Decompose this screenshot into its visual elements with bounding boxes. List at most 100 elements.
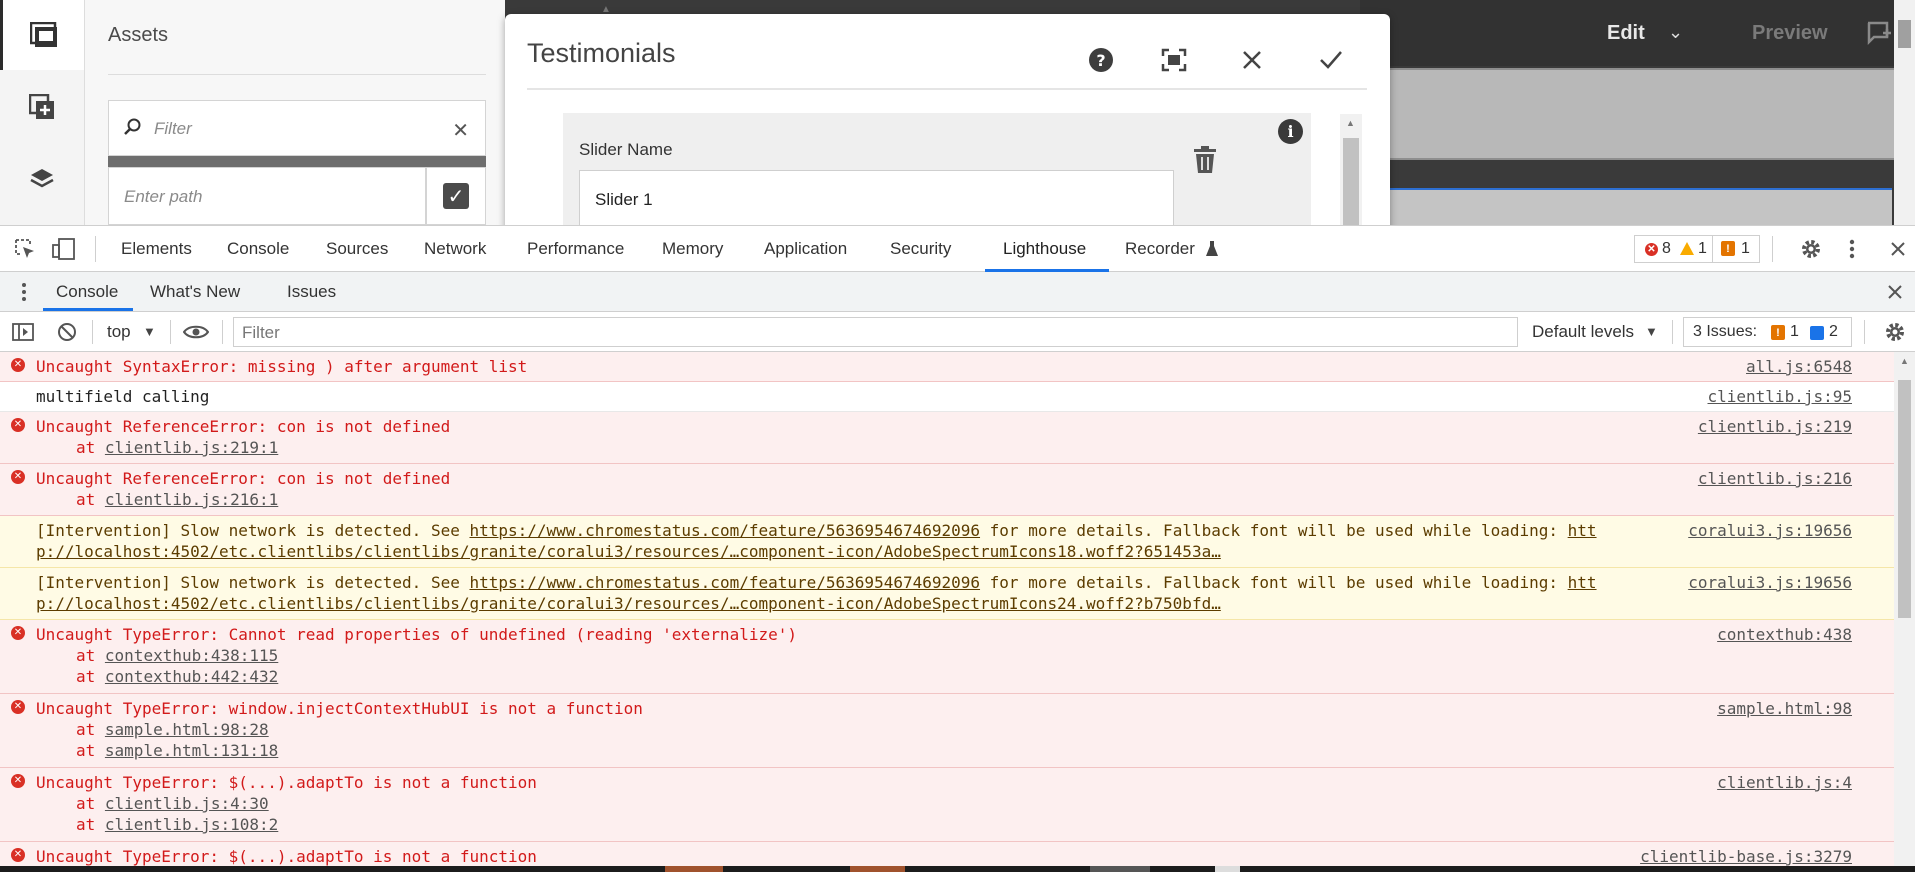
source-link[interactable]: all.js:6548: [1746, 356, 1852, 377]
context-selector[interactable]: top: [107, 322, 131, 342]
help-button[interactable]: ?: [1083, 42, 1119, 78]
issue-info-count: 2: [1829, 323, 1838, 340]
dialog-title: Testimonials: [527, 38, 676, 68]
drawer-tab-console[interactable]: Console: [56, 282, 118, 302]
message-link[interactable]: https://www.chromestatus.com/feature/563…: [469, 573, 980, 592]
issues-summary-label: 3 Issues:: [1693, 323, 1758, 340]
scroll-up-icon[interactable]: ▲: [1346, 118, 1355, 128]
scrollbar-thumb[interactable]: [1898, 20, 1911, 48]
tab-memory[interactable]: Memory: [662, 239, 723, 259]
issues-summary-button[interactable]: 3 Issues: ! 1 2: [1683, 317, 1852, 347]
slider-name-label: Slider Name: [579, 140, 673, 159]
source-link[interactable]: clientlib.js:219: [1698, 416, 1852, 437]
tab-performance[interactable]: Performance: [527, 239, 624, 259]
path-input[interactable]: Enter path: [108, 167, 426, 225]
drawer-tab-whats-new[interactable]: What's New: [150, 282, 240, 302]
stack-frame: at contexthub:442:432: [76, 667, 279, 686]
console-counters[interactable]: ✕ 8 1 ! 1: [1634, 235, 1760, 263]
source-link[interactable]: coralui3.js:19656: [1688, 572, 1852, 593]
message-link[interactable]: htt: [1568, 573, 1597, 592]
done-button[interactable]: [1313, 42, 1349, 78]
fullscreen-button[interactable]: [1156, 42, 1192, 78]
page-component-placeholder[interactable]: [1380, 68, 1896, 160]
source-link[interactable]: clientlib.js:95: [1708, 386, 1853, 407]
annotate-icon[interactable]: [1866, 20, 1892, 46]
rail-assets-button[interactable]: [0, 0, 84, 70]
scrollbar-thumb[interactable]: [1898, 380, 1911, 618]
info-icon[interactable]: i: [1278, 119, 1303, 144]
chevron-down-icon[interactable]: ⌄: [1668, 22, 1683, 43]
error-icon: ✕: [11, 774, 25, 788]
rail-content-tree-button[interactable]: [0, 144, 84, 214]
stack-link[interactable]: clientlib.js:216:1: [105, 490, 278, 509]
source-link[interactable]: clientlib-base.js:3279: [1640, 846, 1852, 867]
clear-icon[interactable]: ✕: [452, 118, 469, 143]
tab-console[interactable]: Console: [227, 239, 289, 259]
message-link[interactable]: htt: [1568, 521, 1597, 540]
eye-icon[interactable]: [183, 324, 209, 340]
rail-components-button[interactable]: [0, 72, 84, 142]
scrollbar-thumb[interactable]: [1343, 138, 1359, 225]
scroll-up-icon[interactable]: ▲: [1900, 356, 1909, 366]
selected-component[interactable]: [1380, 188, 1892, 225]
trash-icon[interactable]: [1193, 146, 1217, 174]
dialog-scrollbar[interactable]: ▲: [1340, 114, 1362, 225]
stack-link[interactable]: clientlib.js:219:1: [105, 438, 278, 457]
console-filter-input[interactable]: Filter: [233, 317, 1518, 347]
stack-link[interactable]: clientlib.js:4:30: [105, 794, 269, 813]
stack-frame: at clientlib.js:4:30: [76, 794, 269, 813]
source-link[interactable]: coralui3.js:19656: [1688, 520, 1852, 541]
stack-link[interactable]: contexthub:438:115: [105, 646, 278, 665]
tab-network[interactable]: Network: [424, 239, 486, 259]
tab-lighthouse[interactable]: Lighthouse: [1003, 239, 1086, 259]
more-options-icon[interactable]: [1848, 238, 1856, 260]
sidebar-toggle-icon[interactable]: [12, 323, 34, 341]
drawer-tab-issues[interactable]: Issues: [287, 282, 336, 302]
message-link[interactable]: p://localhost:4502/etc.clientlibs/client…: [36, 593, 1221, 614]
separator: [92, 320, 93, 344]
stack-link[interactable]: sample.html:131:18: [105, 741, 278, 760]
source-link[interactable]: sample.html:98: [1717, 698, 1852, 719]
source-link[interactable]: contexthub:438: [1717, 624, 1852, 645]
tab-recorder[interactable]: Recorder: [1125, 239, 1195, 259]
dropdown-arrow-icon[interactable]: ▼: [1645, 324, 1658, 339]
device-toolbar-icon[interactable]: [52, 238, 76, 260]
stack-link[interactable]: sample.html:98:28: [105, 720, 269, 739]
source-link[interactable]: clientlib.js:216: [1698, 468, 1852, 489]
preview-button[interactable]: Preview: [1752, 22, 1828, 45]
console-settings-icon[interactable]: [1884, 321, 1906, 343]
inspect-element-icon[interactable]: [14, 238, 36, 260]
error-icon: ✕: [11, 470, 25, 484]
close-drawer-icon[interactable]: [1888, 285, 1902, 299]
message-link[interactable]: https://www.chromestatus.com/feature/563…: [469, 521, 980, 540]
drawer-menu-icon[interactable]: [21, 282, 27, 302]
dropdown-arrow-icon[interactable]: ▼: [143, 324, 156, 339]
tab-application[interactable]: Application: [764, 239, 847, 259]
checkbox-icon: ✓: [443, 183, 469, 209]
gear-icon[interactable]: [1800, 238, 1822, 260]
path-confirm-button[interactable]: ✓: [426, 167, 486, 225]
devtools-tabbar: Elements Console Sources Network Perform…: [0, 225, 1915, 272]
tab-elements[interactable]: Elements: [121, 239, 192, 259]
page-scrollbar[interactable]: [1894, 0, 1915, 225]
stack-link[interactable]: clientlib.js:108:2: [105, 815, 278, 834]
message-text: Uncaught TypeError: Cannot read properti…: [36, 625, 797, 644]
message-link[interactable]: p://localhost:4502/etc.clientlibs/client…: [36, 541, 1221, 562]
tab-security[interactable]: Security: [890, 239, 951, 259]
slider-name-input[interactable]: Slider 1: [579, 170, 1174, 225]
source-link[interactable]: clientlib.js:4: [1717, 772, 1852, 793]
assets-filter-input[interactable]: Filter ✕: [108, 100, 486, 156]
taskbar-strip: [0, 866, 1915, 872]
issue-icon: !: [1771, 325, 1785, 340]
help-icon: ?: [1089, 48, 1113, 72]
tab-sources[interactable]: Sources: [326, 239, 388, 259]
console-scrollbar[interactable]: ▲: [1894, 352, 1915, 872]
search-icon: [124, 118, 141, 135]
close-button[interactable]: [1234, 42, 1270, 78]
console-message: multifield calling clientlib.js:95: [0, 382, 1894, 412]
log-levels-dropdown[interactable]: Default levels: [1532, 322, 1634, 342]
edit-mode-button[interactable]: Edit: [1607, 22, 1645, 45]
clear-console-icon[interactable]: [57, 322, 77, 342]
stack-link[interactable]: contexthub:442:432: [105, 667, 278, 686]
close-devtools-icon[interactable]: [1890, 241, 1906, 257]
